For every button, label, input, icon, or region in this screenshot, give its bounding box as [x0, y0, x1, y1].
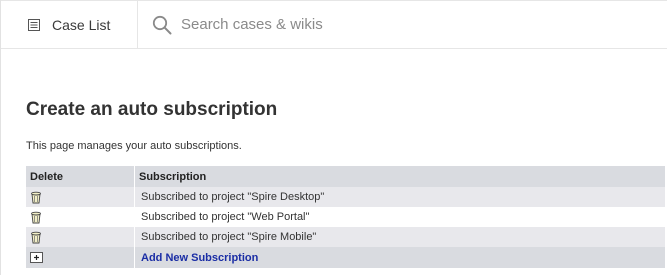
search-input[interactable]: [181, 16, 581, 33]
case-list-label: Case List: [52, 16, 111, 33]
add-subscription-cell: Add New Subscription: [134, 247, 666, 268]
add-icon-cell: [26, 247, 135, 268]
column-header-subscription: Subscription: [134, 166, 666, 187]
column-header-delete: Delete: [26, 166, 135, 187]
delete-cell: [26, 227, 135, 247]
top-bar: Case List: [1, 0, 667, 49]
search-icon: [152, 15, 172, 34]
trash-icon[interactable]: [30, 211, 42, 224]
subscription-cell: Subscribed to project "Web Portal": [134, 207, 666, 227]
table-row: Subscribed to project "Web Portal": [26, 207, 666, 227]
table-row: Subscribed to project "Spire Desktop": [26, 187, 666, 207]
case-list-button[interactable]: Case List: [1, 1, 138, 48]
trash-icon[interactable]: [30, 191, 42, 204]
delete-cell: [26, 207, 135, 227]
subscription-cell: Subscribed to project "Spire Mobile": [134, 227, 666, 247]
table-header-row: Delete Subscription: [26, 166, 666, 187]
add-subscription-row: Add New Subscription: [26, 247, 666, 268]
trash-icon[interactable]: [30, 231, 42, 244]
table-row: Subscribed to project "Spire Mobile": [26, 227, 666, 247]
add-new-subscription-link[interactable]: Add New Subscription: [141, 252, 258, 264]
plus-box-icon[interactable]: [30, 252, 43, 264]
subscriptions-table: Delete Subscription Subscribed to projec…: [26, 166, 666, 268]
delete-cell: [26, 187, 135, 207]
page-title: Create an auto subscription: [26, 99, 278, 120]
subscription-cell: Subscribed to project "Spire Desktop": [134, 187, 666, 207]
search-bar: [138, 1, 667, 48]
page-description: This page manages your auto subscription…: [26, 140, 242, 152]
list-icon: [28, 18, 40, 31]
page: Case List Create an auto subscription Th…: [0, 0, 667, 275]
